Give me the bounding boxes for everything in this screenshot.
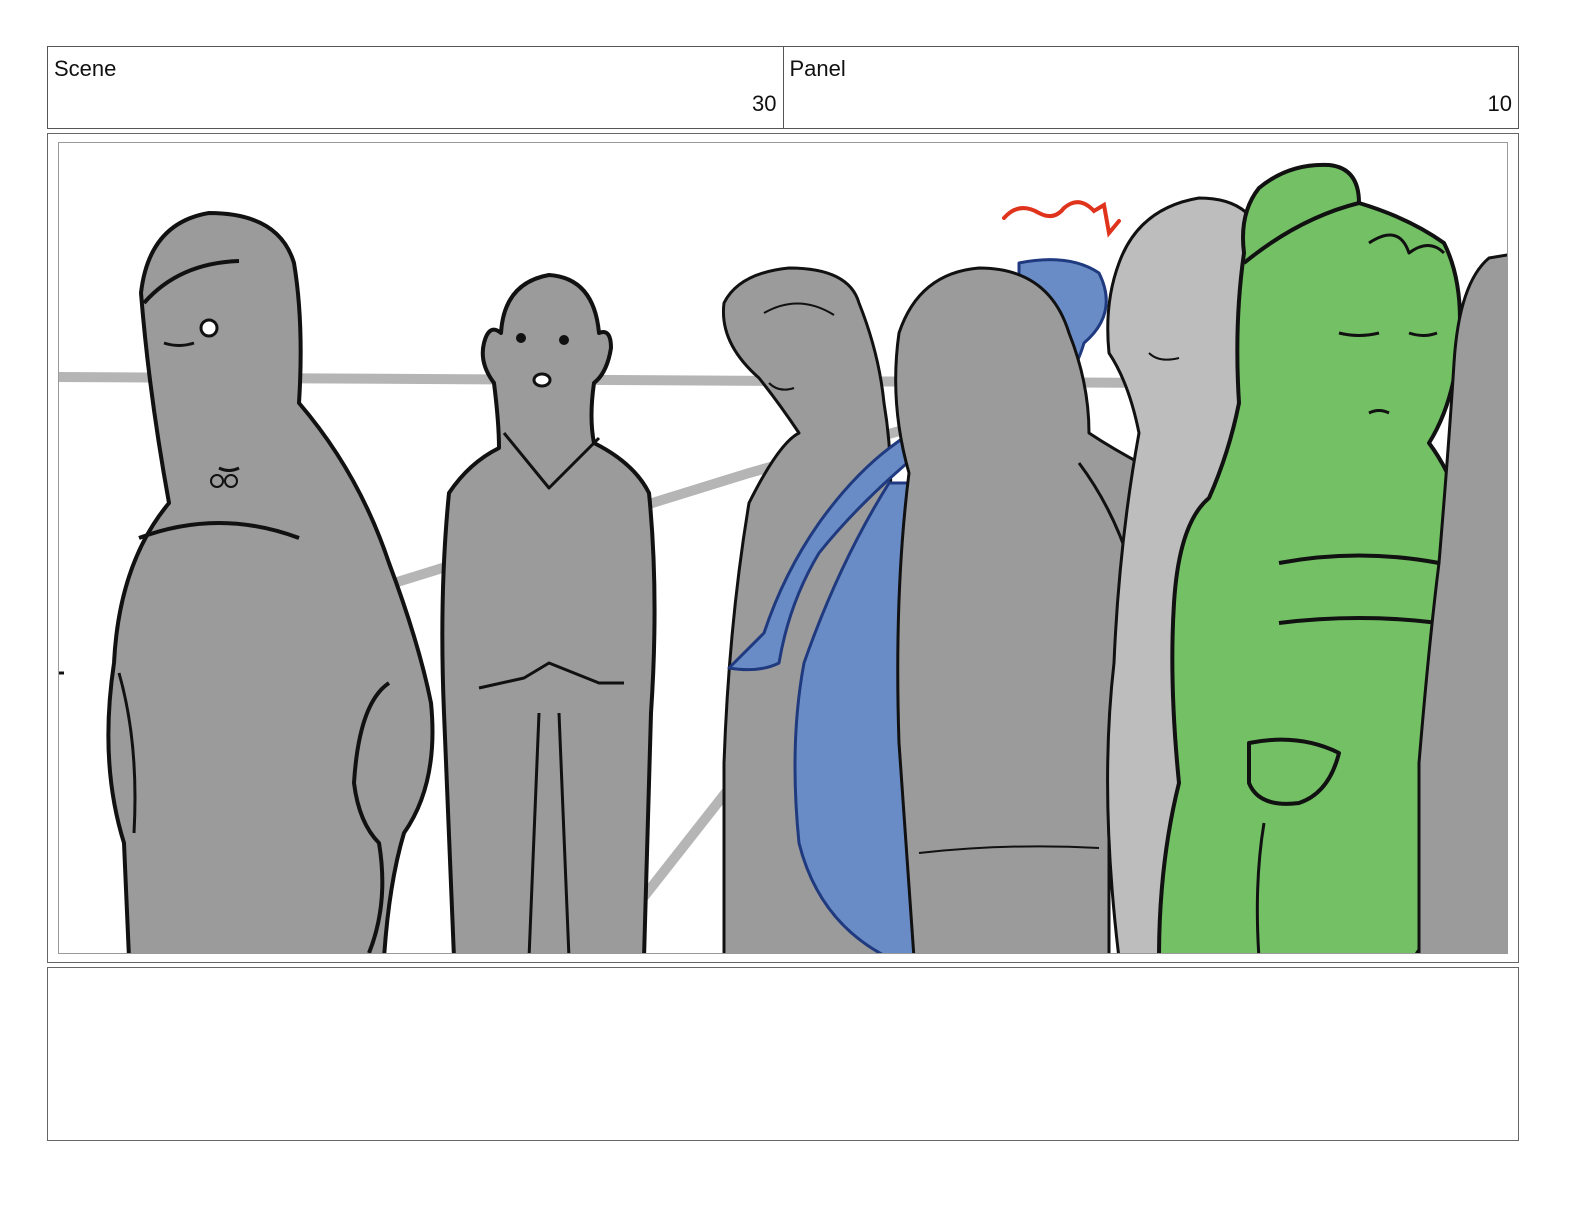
storyboard-frame xyxy=(47,133,1519,963)
scene-number: 30 xyxy=(752,91,777,116)
storyboard-drawing-area xyxy=(58,142,1508,954)
scene-label: Scene xyxy=(54,56,117,81)
storyboard-sketch xyxy=(59,162,1507,953)
red-scribble-mark xyxy=(1002,200,1121,238)
panel-cell: Panel 10 xyxy=(782,47,1519,128)
panel-header: Scene 30 Panel 10 xyxy=(47,46,1519,129)
panel-label: Panel xyxy=(789,56,846,81)
scene-cell: Scene 30 xyxy=(48,47,783,128)
panel-number: 10 xyxy=(1487,91,1512,116)
woman-left-figure xyxy=(59,211,435,953)
notes-box xyxy=(47,967,1519,1141)
